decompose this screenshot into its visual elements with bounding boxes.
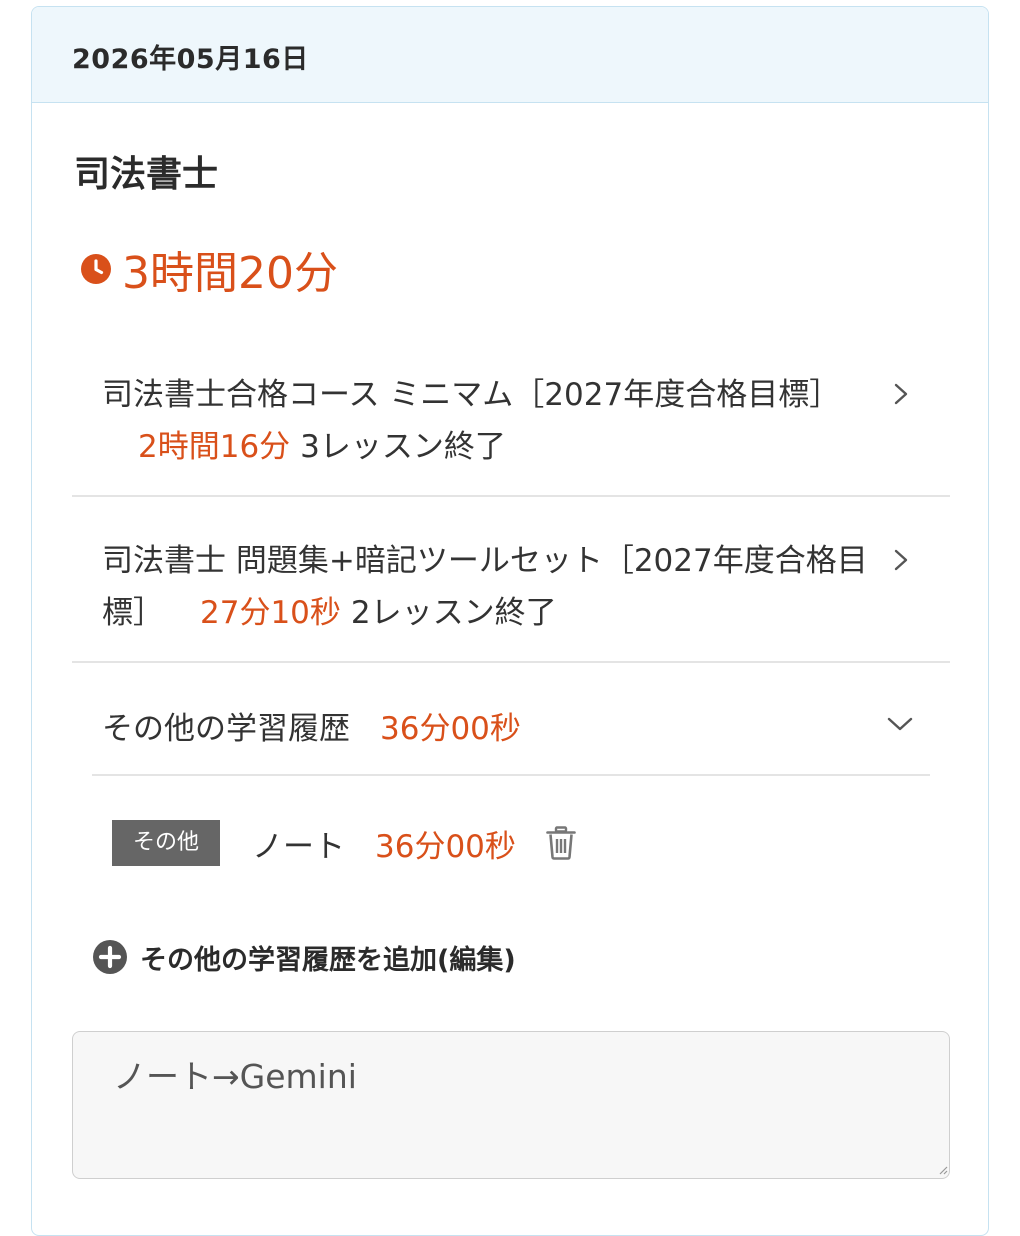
divider [92, 774, 930, 776]
trash-icon[interactable] [546, 826, 576, 860]
other-history-toggle[interactable]: その他の学習履歴 36分00秒 [72, 697, 950, 753]
chevron-down-icon [887, 717, 913, 731]
clock-icon [81, 254, 111, 284]
memo-textarea[interactable]: ノート→Gemini [72, 1031, 950, 1179]
total-time-row: 3時間20分 [80, 239, 338, 299]
course-time: 2時間16分 [138, 429, 291, 465]
course-name: 司法書士合格コース ミニマム［2027年度合格目標］ [102, 377, 841, 413]
course-status: 2レッスン終了 [350, 595, 557, 631]
add-link-label: その他の学習履歴を追加(編集) [140, 944, 516, 976]
category-tag: その他 [112, 820, 220, 866]
chevron-right-icon [894, 383, 908, 405]
course-entry-1[interactable]: 司法書士合格コース ミニマム［2027年度合格目標］ 2時間16分 3レッスン終了 [72, 369, 950, 473]
plus-circle-icon [93, 940, 127, 974]
other-item-time: 36分00秒 [375, 828, 516, 865]
other-history-label: その他の学習履歴 [102, 710, 350, 747]
divider [72, 661, 950, 663]
study-day-card: 2026年05月16日 司法書士 3時間20分 司法書士合格コース ミニマム［2… [31, 6, 989, 1236]
date-heading: 2026年05月16日 [72, 44, 309, 75]
subject-title: 司法書士 [74, 154, 219, 195]
other-history-time: 36分00秒 [380, 710, 521, 747]
course-status: 3レッスン終了 [300, 429, 506, 465]
add-other-history-link[interactable]: その他の学習履歴を追加(編集) [92, 935, 516, 979]
course-entry-2[interactable]: 司法書士 問題集+暗記ツールセット［2027年度合格目標］ 27分10秒 2レッスン… [72, 535, 950, 639]
card-header: 2026年05月16日 [32, 7, 988, 103]
total-study-time: 3時間20分 [122, 248, 338, 299]
course-time: 27分10秒 [200, 595, 341, 631]
divider [72, 495, 950, 497]
other-history-item: その他 ノート 36分00秒 [112, 819, 576, 867]
chevron-right-icon [894, 549, 908, 571]
resize-grip-icon[interactable] [938, 1165, 948, 1175]
other-item-label: ノート [252, 828, 345, 865]
